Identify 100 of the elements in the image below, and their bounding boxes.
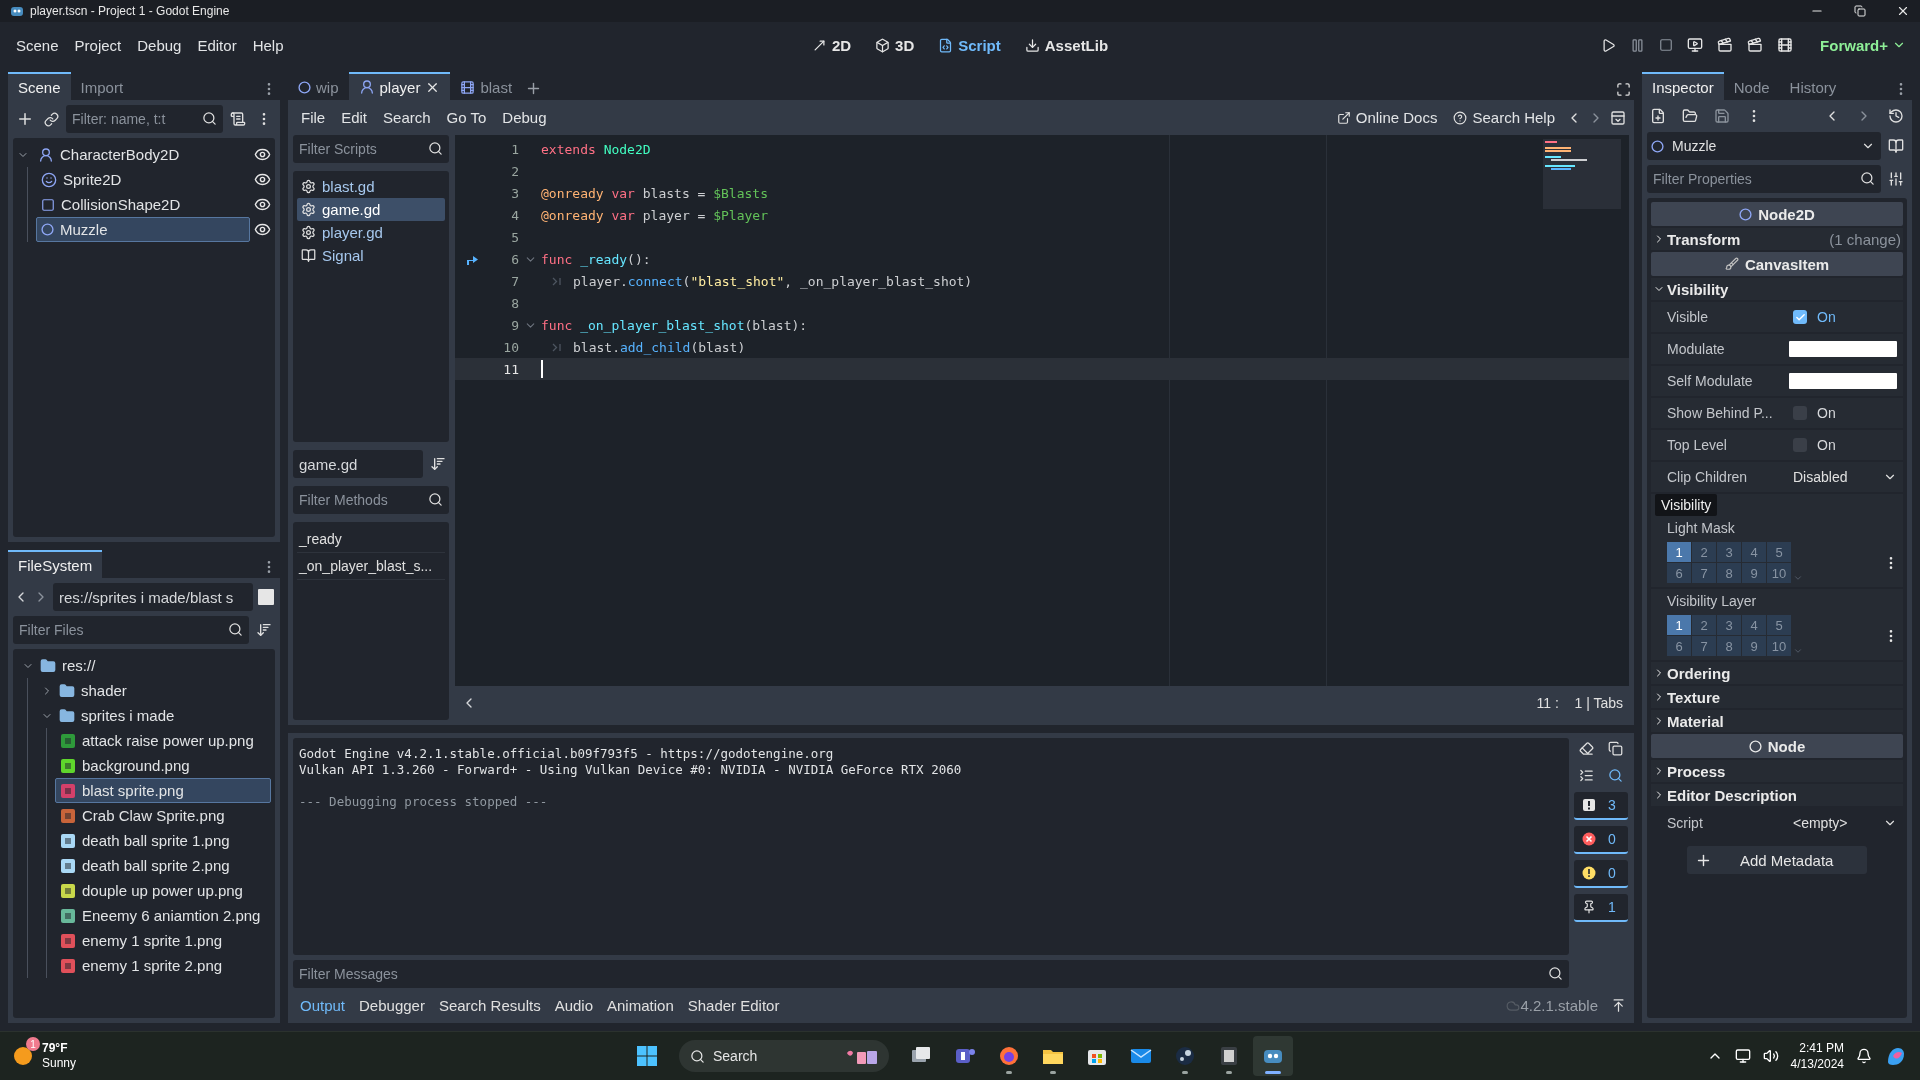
taskbar-app[interactable] [1253, 1036, 1293, 1076]
message-filter-toggle[interactable]: 0 [1574, 826, 1628, 854]
message-filter-toggle[interactable]: 3 [1574, 792, 1628, 820]
path-field[interactable]: res://sprites i made/blast s [53, 583, 253, 611]
menu-item[interactable]: Editor [189, 32, 245, 58]
asset-entry[interactable]: enemy 1 sprite 2.png [55, 953, 271, 978]
asset-entry[interactable]: background.png [55, 753, 271, 778]
property-section[interactable]: Editor Description [1651, 784, 1903, 806]
close-icon[interactable] [1896, 4, 1910, 18]
method-item[interactable]: _ready [297, 526, 445, 553]
asset-entry[interactable]: death ball sprite 1.png [55, 828, 271, 853]
asset-entry[interactable]: Eneemy 6 aniamtion 2.png [55, 903, 271, 928]
document-tab[interactable]: blast [450, 72, 523, 100]
script-item[interactable]: blast.gd [297, 175, 445, 198]
notifications-icon[interactable] [1856, 1048, 1872, 1064]
renderer-dropdown[interactable]: Forward+ [1814, 35, 1912, 55]
asset-entry[interactable]: death ball sprite 2.png [55, 853, 271, 878]
workspace-tab[interactable]: AssetLib [1014, 32, 1119, 58]
menu-item[interactable]: Debug [129, 32, 190, 58]
dock-tab[interactable]: History [1779, 72, 1847, 100]
folder-entry[interactable]: res:// [17, 653, 271, 678]
menu-item[interactable]: Debug [494, 105, 555, 130]
layer-toggle[interactable]: 9 [1742, 636, 1766, 656]
script-item[interactable]: Signal [297, 244, 445, 267]
scene-node[interactable]: Muzzle [36, 217, 250, 242]
asset-entry[interactable]: douple up power up.png [55, 878, 271, 903]
volume-icon[interactable] [1762, 1048, 1779, 1064]
scene-node[interactable]: Sprite2D [36, 167, 250, 192]
workspace-tab[interactable]: 2D [801, 32, 862, 58]
property-section[interactable]: Texture [1651, 686, 1903, 708]
folder-entry[interactable]: shader [36, 678, 271, 703]
panel-tab[interactable]: Audio [547, 993, 600, 1018]
panel-tab[interactable]: Search Results [431, 993, 548, 1018]
message-filter-toggle[interactable]: 0 [1574, 860, 1628, 888]
dock-tab[interactable]: Scene [8, 72, 71, 100]
menu-item[interactable]: Go To [438, 105, 495, 130]
layer-toggle[interactable]: 1 [1667, 542, 1691, 562]
workspace-tab[interactable]: Script [928, 32, 1011, 58]
minimap[interactable] [1543, 139, 1621, 209]
panel-tab[interactable]: Animation [600, 993, 681, 1018]
clock[interactable]: 2:41 PM 4/13/2024 [1790, 1040, 1844, 1072]
workspace-tab[interactable]: 3D [865, 32, 925, 58]
menu-item[interactable]: Search [375, 105, 439, 130]
scene-node[interactable]: CharacterBody2D [33, 142, 250, 167]
visibility-eye-icon[interactable] [254, 146, 271, 163]
restore-icon[interactable] [1854, 5, 1866, 17]
filter-field[interactable]: Filter Scripts [293, 135, 449, 163]
menu-item[interactable]: File [293, 105, 334, 130]
help-button[interactable]: Online Docs [1328, 105, 1446, 130]
color-swatch[interactable] [1789, 341, 1897, 357]
message-filter-toggle[interactable]: 1 [1574, 894, 1628, 922]
layer-toggle[interactable]: 1 [1667, 615, 1691, 635]
layer-toggle[interactable]: 2 [1692, 542, 1716, 562]
asset-entry[interactable]: enemy 1 sprite 1.png [55, 928, 271, 953]
layer-toggle[interactable]: 3 [1717, 615, 1741, 635]
panel-tab[interactable]: Shader Editor [680, 993, 787, 1018]
layer-toggle[interactable]: 7 [1692, 636, 1716, 656]
dock-tab[interactable]: Node [1723, 72, 1780, 100]
visibility-eye-icon[interactable] [254, 221, 271, 238]
filter-field[interactable]: Filter Messages [293, 960, 1569, 988]
object-selector[interactable]: Muzzle [1647, 132, 1881, 160]
asset-entry[interactable]: Crab Claw Sprite.png [55, 803, 271, 828]
layer-toggle[interactable]: 4 [1742, 615, 1766, 635]
layer-toggle[interactable]: 10 [1767, 563, 1791, 583]
menu-item[interactable]: Project [66, 32, 130, 58]
dock-tab[interactable]: FileSystem [8, 550, 103, 578]
layer-toggle[interactable]: 8 [1717, 636, 1741, 656]
layer-toggle[interactable]: 5 [1767, 542, 1791, 562]
document-tab[interactable]: wip [288, 72, 349, 100]
property-section[interactable]: Ordering [1651, 662, 1903, 684]
menu-item[interactable]: Help [244, 32, 292, 58]
search-field[interactable]: Search [679, 1040, 889, 1072]
method-item[interactable]: _on_player_blast_s... [297, 553, 445, 580]
toggle-view-icon[interactable] [257, 588, 275, 606]
checkbox[interactable] [1793, 310, 1807, 324]
layer-toggle[interactable]: 6 [1667, 636, 1691, 656]
property-section[interactable]: Transform (1 change) [1651, 228, 1903, 250]
visibility-eye-icon[interactable] [254, 171, 271, 188]
layer-toggle[interactable]: 2 [1692, 615, 1716, 635]
property-section[interactable]: Process [1651, 760, 1903, 782]
color-swatch[interactable] [1789, 373, 1897, 389]
filter-field[interactable]: Filter: name, t:t [66, 105, 223, 133]
folder-entry[interactable]: sprites i made [36, 703, 271, 728]
document-tab[interactable]: player [348, 72, 451, 100]
layer-toggle[interactable]: 6 [1667, 563, 1691, 583]
filter-field[interactable]: Filter Files [13, 616, 249, 644]
menu-item[interactable]: Edit [333, 105, 376, 130]
panel-tab[interactable]: Debugger [352, 993, 432, 1018]
layer-toggle[interactable]: 8 [1717, 563, 1741, 583]
help-button[interactable]: Search Help [1445, 105, 1563, 130]
layer-toggle[interactable]: 5 [1767, 615, 1791, 635]
asset-entry[interactable]: attack raise power up.png [55, 728, 271, 753]
dropdown[interactable]: Disabled [1789, 469, 1903, 485]
dock-tab[interactable]: Inspector [1642, 72, 1724, 100]
script-item[interactable]: player.gd [297, 221, 445, 244]
layer-toggle[interactable]: 3 [1717, 542, 1741, 562]
add-metadata-button[interactable]: Add Metadata [1687, 846, 1867, 874]
layer-toggle[interactable]: 9 [1742, 563, 1766, 583]
resource-picker[interactable]: <empty> [1789, 815, 1903, 831]
signal-connection-icon[interactable] [466, 253, 480, 265]
